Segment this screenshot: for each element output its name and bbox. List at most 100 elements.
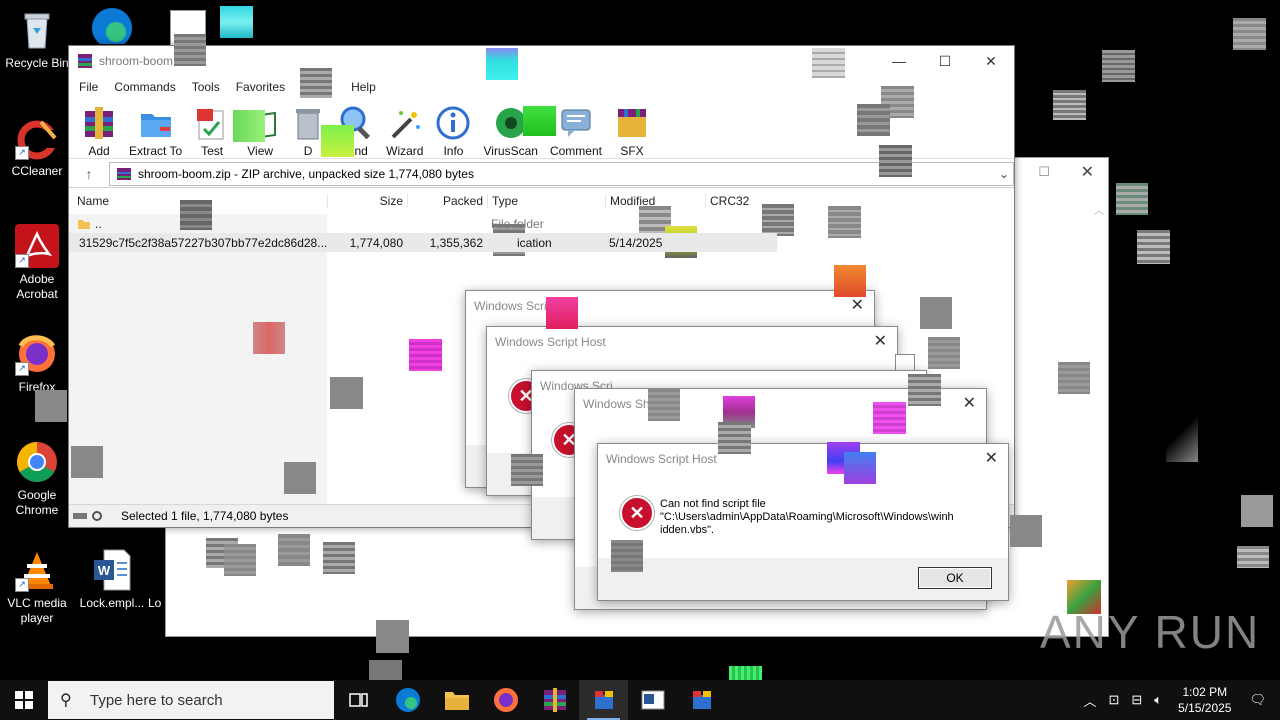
folder-up-icon	[78, 219, 90, 229]
toolbar-add-button[interactable]: Add	[81, 105, 117, 158]
speaker-icon[interactable]: 🔈︎	[1148, 692, 1168, 708]
network-device-icon[interactable]: ⊡	[1102, 692, 1125, 708]
toolbar-extract-button[interactable]: Extract To	[129, 105, 182, 158]
ok-button[interactable]: OK	[918, 567, 992, 589]
desktop-icon-recycle-bin[interactable]: Recycle Bin	[1, 8, 73, 71]
desktop-icon-label: CCleaner	[11, 164, 63, 178]
column-header-packed[interactable]: Packed	[407, 194, 487, 208]
glitch-block	[323, 542, 355, 574]
scroll-up-icon[interactable]: ︿	[1092, 202, 1106, 217]
toolbar-comment-button[interactable]: Comment	[550, 105, 602, 158]
windows-logo-icon	[15, 691, 33, 709]
task-view-button[interactable]	[334, 680, 383, 720]
column-header-type[interactable]: Type	[487, 194, 605, 208]
menu-file[interactable]: File	[71, 80, 106, 94]
glitch-block	[546, 297, 578, 329]
chevron-down-icon[interactable]: ⌄	[995, 167, 1013, 181]
desktop-icon-label: Adobe Acrobat	[16, 272, 58, 301]
close-button[interactable]: ✕	[968, 46, 1014, 76]
desktop-icon-chrome[interactable]: Google Chrome	[1, 440, 73, 518]
list-item-selected[interactable]: 31529c7f5c2f38a57227b307bb77e2dc86d28...…	[69, 233, 777, 252]
desktop-icon-adobe-acrobat[interactable]: ↗ Adobe Acrobat	[1, 224, 73, 302]
glitch-block	[220, 6, 253, 38]
edge-icon	[395, 688, 420, 712]
search-box[interactable]: ⚲ Type here to search	[48, 681, 334, 719]
glitch-block	[1053, 90, 1086, 120]
ccleaner-icon: ↗	[15, 116, 59, 160]
notification-icon[interactable]: 🗨︎	[1241, 692, 1280, 708]
menu-bar: File Commands Tools Favorites Op Help	[69, 76, 1014, 98]
glitch-block	[278, 534, 310, 566]
glitch-block	[1137, 230, 1170, 264]
taskbar-script-host[interactable]	[579, 680, 628, 720]
path-text: shroom-boom.zip - ZIP archive, unpacked …	[138, 167, 474, 181]
clock[interactable]: 1:02 PM 5/15/2025	[1168, 684, 1241, 716]
glitch-block	[1010, 515, 1042, 547]
glitch-block	[844, 452, 876, 484]
close-icon[interactable]: ✕	[874, 331, 887, 351]
menu-tools[interactable]: Tools	[184, 80, 228, 94]
task-view-icon	[348, 693, 368, 707]
menu-help[interactable]: Help	[343, 80, 384, 94]
toolbar-wizard-button[interactable]: Wizard	[386, 105, 423, 158]
file-type: ication	[517, 235, 552, 250]
status-text: Selected 1 file, 1,774,080 bytes	[121, 509, 289, 523]
taskbar-edge[interactable]	[383, 680, 432, 720]
taskbar-winrar[interactable]	[530, 680, 579, 720]
maximize-button[interactable]: ☐	[922, 46, 968, 76]
chevron-up-icon[interactable]: ︿	[1077, 691, 1102, 710]
file-packed: 1,355,362	[429, 235, 483, 250]
word-document-icon: W	[90, 548, 134, 592]
close-icon[interactable]: ✕	[963, 393, 976, 413]
close-icon[interactable]: ✕	[985, 448, 998, 468]
desktop-icon-vlc[interactable]: ↗ VLC media player	[1, 548, 73, 626]
toolbar-sfx-button[interactable]: SFX	[614, 105, 650, 158]
taskbar-file-explorer[interactable]	[432, 680, 481, 720]
toolbar-test-button[interactable]: Test	[194, 105, 230, 158]
wizard-icon	[387, 105, 423, 141]
title-bar[interactable]: shroom-boom	[69, 46, 1014, 76]
taskbar-script-host-2[interactable]	[677, 680, 726, 720]
glitch-block	[376, 620, 409, 653]
comment-icon	[558, 105, 594, 141]
test-icon	[194, 105, 230, 141]
start-button[interactable]	[0, 680, 48, 720]
maximize-icon[interactable]: ☐	[1038, 164, 1050, 180]
minimize-button[interactable]: —	[876, 46, 922, 76]
shortcut-arrow-icon: ↗	[15, 578, 29, 592]
up-arrow-icon[interactable]: ↑	[69, 166, 109, 182]
folder-icon	[444, 692, 469, 710]
network-icon[interactable]: ⊟	[1125, 692, 1148, 708]
desktop-icon-lock-document[interactable]: W Lock.empl...	[76, 548, 148, 611]
watermark-logo: ANY RUN	[1040, 606, 1261, 658]
glitch-block	[284, 462, 316, 494]
glitch-block	[330, 377, 363, 409]
desktop-icon-firefox[interactable]: ↗ Firefox	[1, 332, 73, 395]
glitch-block	[35, 390, 67, 422]
glitch-block	[920, 297, 952, 329]
winrar-app-icon	[78, 54, 92, 68]
taskbar-firefox[interactable]	[481, 680, 530, 720]
file-type: File folder	[491, 216, 544, 231]
dialog-title: Windows Script Host	[495, 335, 606, 349]
glitch-block	[224, 544, 256, 576]
desktop-icon-ccleaner[interactable]: ↗ CCleaner	[1, 116, 73, 179]
shortcut-arrow-icon: ↗	[15, 254, 29, 268]
menu-favorites[interactable]: Favorites	[228, 80, 293, 94]
menu-commands[interactable]: Commands	[106, 80, 183, 94]
toolbar-info-button[interactable]: Info	[435, 105, 471, 158]
shortcut-arrow-icon: ↗	[15, 146, 29, 160]
firefox-icon	[493, 688, 518, 712]
glitch-block	[812, 48, 845, 78]
file-size: 1,774,080	[349, 235, 403, 250]
glitch-block	[71, 446, 103, 478]
column-header-size[interactable]: Size	[327, 194, 407, 208]
glitch-block	[1058, 362, 1090, 394]
taskbar-app-window[interactable]	[628, 680, 677, 720]
firefox-icon: ↗	[15, 332, 59, 376]
desktop-icon-edge-partial[interactable]	[86, 4, 136, 48]
taskbar: ⚲ Type here to search ︿ ⊡ ⊟ 🔈︎ 1:02 PM 5…	[0, 680, 1280, 720]
close-icon[interactable]: ✕	[1081, 162, 1094, 182]
list-item[interactable]: .. File folder	[69, 214, 1014, 233]
close-icon[interactable]: ✕	[851, 295, 864, 315]
